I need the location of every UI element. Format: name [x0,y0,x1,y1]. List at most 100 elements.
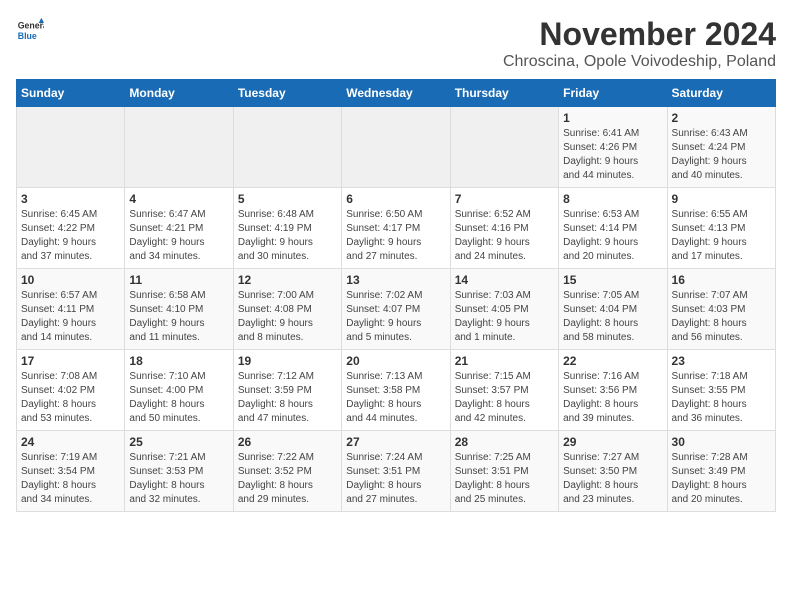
day-info: Sunrise: 7:21 AMSunset: 3:53 PMDaylight:… [129,451,228,507]
day-number: 3 [21,192,120,206]
calendar-cell: 11 Sunrise: 6:58 AMSunset: 4:10 PMDayligh… [125,269,233,350]
day-number: 8 [563,192,662,206]
calendar-cell: 17 Sunrise: 7:08 AMSunset: 4:02 PMDayligh… [17,350,125,431]
day-number: 24 [21,435,120,449]
calendar-week-row: 24 Sunrise: 7:19 AMSunset: 3:54 PMDayligh… [17,431,776,512]
day-number: 11 [129,273,228,287]
day-info: Sunrise: 6:47 AMSunset: 4:21 PMDaylight:… [129,208,228,264]
title-area: November 2024 Chroscina, Opole Voivodesh… [503,16,776,71]
calendar-cell: 2Sunrise: 6:43 AMSunset: 4:24 PMDaylight… [667,107,775,188]
day-info: Sunrise: 7:08 AMSunset: 4:02 PMDaylight:… [21,370,120,426]
calendar-cell: 22 Sunrise: 7:16 AMSunset: 3:56 PMDayligh… [559,350,667,431]
calendar-cell: 1 Sunrise: 6:41 AMSunset: 4:26 PMDaylight… [559,107,667,188]
day-info: Sunrise: 7:27 AMSunset: 3:50 PMDaylight:… [563,451,662,507]
header: General Blue November 2024 Chroscina, Op… [16,16,776,71]
weekday-header-sunday: Sunday [17,80,125,107]
day-info: Sunrise: 6:58 AMSunset: 4:10 PMDaylight:… [129,289,228,345]
calendar-cell [125,107,233,188]
day-info: Sunrise: 7:24 AMSunset: 3:51 PMDaylight:… [346,451,445,507]
day-number: 10 [21,273,120,287]
day-info: Sunrise: 7:15 AMSunset: 3:57 PMDaylight:… [455,370,554,426]
calendar-cell: 27 Sunrise: 7:24 AMSunset: 3:51 PMDayligh… [342,431,450,512]
calendar-cell: 7 Sunrise: 6:52 AMSunset: 4:16 PMDaylight… [450,188,558,269]
calendar-cell: 30 Sunrise: 7:28 AMSunset: 3:49 PMDayligh… [667,431,775,512]
calendar-cell: 13Sunrise: 7:02 AMSunset: 4:07 PMDayligh… [342,269,450,350]
calendar-cell: 29 Sunrise: 7:27 AMSunset: 3:50 PMDayligh… [559,431,667,512]
day-number: 17 [21,354,120,368]
logo: General Blue [16,16,44,44]
day-number: 18 [129,354,228,368]
day-number: 23 [672,354,771,368]
day-number: 16 [672,273,771,287]
calendar-cell: 20 Sunrise: 7:13 AMSunset: 3:58 PMDayligh… [342,350,450,431]
calendar-cell: 24 Sunrise: 7:19 AMSunset: 3:54 PMDayligh… [17,431,125,512]
day-number: 2 [672,111,771,125]
weekday-header-thursday: Thursday [450,80,558,107]
day-info: Sunrise: 7:16 AMSunset: 3:56 PMDaylight:… [563,370,662,426]
calendar-cell: 21Sunrise: 7:15 AMSunset: 3:57 PMDayligh… [450,350,558,431]
day-number: 7 [455,192,554,206]
calendar-cell: 25 Sunrise: 7:21 AMSunset: 3:53 PMDayligh… [125,431,233,512]
day-info: Sunrise: 6:55 AMSunset: 4:13 PMDaylight:… [672,208,771,264]
day-number: 19 [238,354,337,368]
day-info: Sunrise: 6:48 AMSunset: 4:19 PMDaylight:… [238,208,337,264]
calendar-cell: 18 Sunrise: 7:10 AMSunset: 4:00 PMDayligh… [125,350,233,431]
day-number: 30 [672,435,771,449]
weekday-header-monday: Monday [125,80,233,107]
day-info: Sunrise: 6:41 AMSunset: 4:26 PMDaylight:… [563,127,662,183]
day-number: 5 [238,192,337,206]
day-info: Sunrise: 7:05 AMSunset: 4:04 PMDaylight:… [563,289,662,345]
calendar-cell: 9Sunrise: 6:55 AMSunset: 4:13 PMDaylight… [667,188,775,269]
logo-icon: General Blue [16,16,44,44]
day-info: Sunrise: 6:45 AMSunset: 4:22 PMDaylight:… [21,208,120,264]
calendar-week-row: 1 Sunrise: 6:41 AMSunset: 4:26 PMDaylight… [17,107,776,188]
calendar-week-row: 10 Sunrise: 6:57 AMSunset: 4:11 PMDayligh… [17,269,776,350]
weekday-header-friday: Friday [559,80,667,107]
day-info: Sunrise: 6:52 AMSunset: 4:16 PMDaylight:… [455,208,554,264]
calendar-cell: 6 Sunrise: 6:50 AMSunset: 4:17 PMDaylight… [342,188,450,269]
calendar-cell: 15 Sunrise: 7:05 AMSunset: 4:04 PMDayligh… [559,269,667,350]
day-number: 15 [563,273,662,287]
day-info: Sunrise: 6:57 AMSunset: 4:11 PMDaylight:… [21,289,120,345]
calendar-cell [17,107,125,188]
calendar-cell [233,107,341,188]
calendar-cell: 19 Sunrise: 7:12 AMSunset: 3:59 PMDayligh… [233,350,341,431]
day-number: 28 [455,435,554,449]
calendar-cell: 23 Sunrise: 7:18 AMSunset: 3:55 PMDayligh… [667,350,775,431]
calendar-cell [450,107,558,188]
day-info: Sunrise: 6:50 AMSunset: 4:17 PMDaylight:… [346,208,445,264]
day-info: Sunrise: 7:18 AMSunset: 3:55 PMDaylight:… [672,370,771,426]
calendar-table: SundayMondayTuesdayWednesdayThursdayFrid… [16,79,776,512]
day-info: Sunrise: 7:22 AMSunset: 3:52 PMDaylight:… [238,451,337,507]
calendar-cell: 4 Sunrise: 6:47 AMSunset: 4:21 PMDaylight… [125,188,233,269]
day-info: Sunrise: 7:00 AMSunset: 4:08 PMDaylight:… [238,289,337,345]
day-info: Sunrise: 7:19 AMSunset: 3:54 PMDaylight:… [21,451,120,507]
day-number: 1 [563,111,662,125]
day-number: 20 [346,354,445,368]
calendar-cell: 12 Sunrise: 7:00 AMSunset: 4:08 PMDayligh… [233,269,341,350]
day-number: 4 [129,192,228,206]
day-info: Sunrise: 7:10 AMSunset: 4:00 PMDaylight:… [129,370,228,426]
day-info: Sunrise: 7:03 AMSunset: 4:05 PMDaylight:… [455,289,554,345]
day-number: 22 [563,354,662,368]
weekday-header-tuesday: Tuesday [233,80,341,107]
day-info: Sunrise: 7:12 AMSunset: 3:59 PMDaylight:… [238,370,337,426]
day-number: 12 [238,273,337,287]
main-title: November 2024 [503,16,776,53]
day-number: 14 [455,273,554,287]
day-number: 25 [129,435,228,449]
calendar-week-row: 3 Sunrise: 6:45 AMSunset: 4:22 PMDaylight… [17,188,776,269]
day-info: Sunrise: 7:13 AMSunset: 3:58 PMDaylight:… [346,370,445,426]
day-number: 13 [346,273,445,287]
calendar-cell: 14 Sunrise: 7:03 AMSunset: 4:05 PMDayligh… [450,269,558,350]
day-number: 6 [346,192,445,206]
svg-text:Blue: Blue [18,31,37,41]
calendar-week-row: 17 Sunrise: 7:08 AMSunset: 4:02 PMDayligh… [17,350,776,431]
day-number: 29 [563,435,662,449]
weekday-header-wednesday: Wednesday [342,80,450,107]
calendar-cell: 16Sunrise: 7:07 AMSunset: 4:03 PMDayligh… [667,269,775,350]
day-info: Sunrise: 7:28 AMSunset: 3:49 PMDaylight:… [672,451,771,507]
calendar-cell: 8Sunrise: 6:53 AMSunset: 4:14 PMDaylight… [559,188,667,269]
subtitle: Chroscina, Opole Voivodeship, Poland [503,53,776,71]
day-number: 27 [346,435,445,449]
